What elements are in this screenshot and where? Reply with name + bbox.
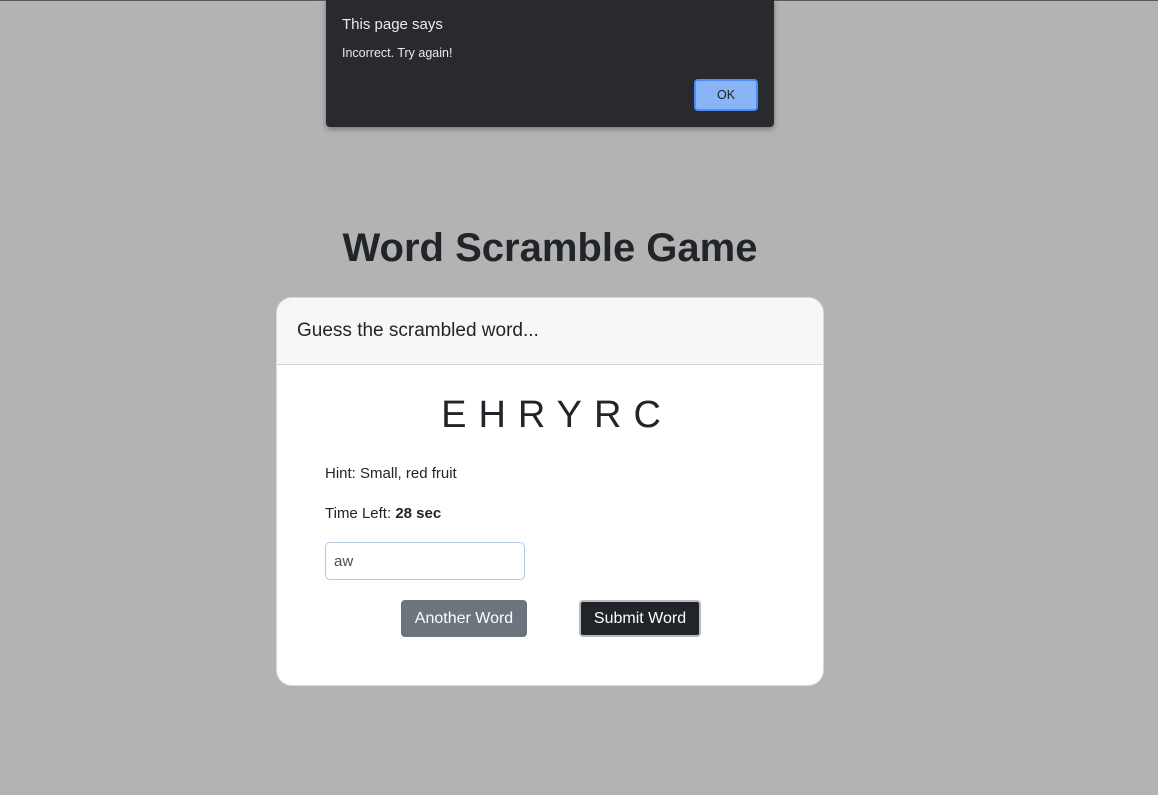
alert-title: This page says (342, 16, 443, 33)
card-header: Guess the scrambled word... (277, 298, 823, 365)
time-value: 28 sec (395, 505, 442, 522)
guess-input[interactable] (325, 542, 525, 580)
scrambled-word: EHRYRC (441, 394, 673, 436)
alert-ok-button[interactable]: OK (694, 79, 758, 111)
time-label: Time Left: (325, 505, 392, 522)
alert-message: Incorrect. Try again! (342, 46, 453, 60)
page-title: Word Scramble Game (342, 226, 758, 270)
hint-text: Small, red fruit (360, 465, 457, 482)
hint-label: Hint: (325, 465, 356, 482)
hint: Hint: Small, red fruit (325, 465, 457, 482)
submit-word-button[interactable]: Submit Word (579, 600, 701, 637)
another-word-button[interactable]: Another Word (401, 600, 527, 637)
alert-dialog: This page says Incorrect. Try again! OK (326, 0, 774, 127)
time-left: Time Left: 28 sec (325, 505, 441, 522)
game-card: Guess the scrambled word... EHRYRC Hint:… (276, 297, 824, 686)
